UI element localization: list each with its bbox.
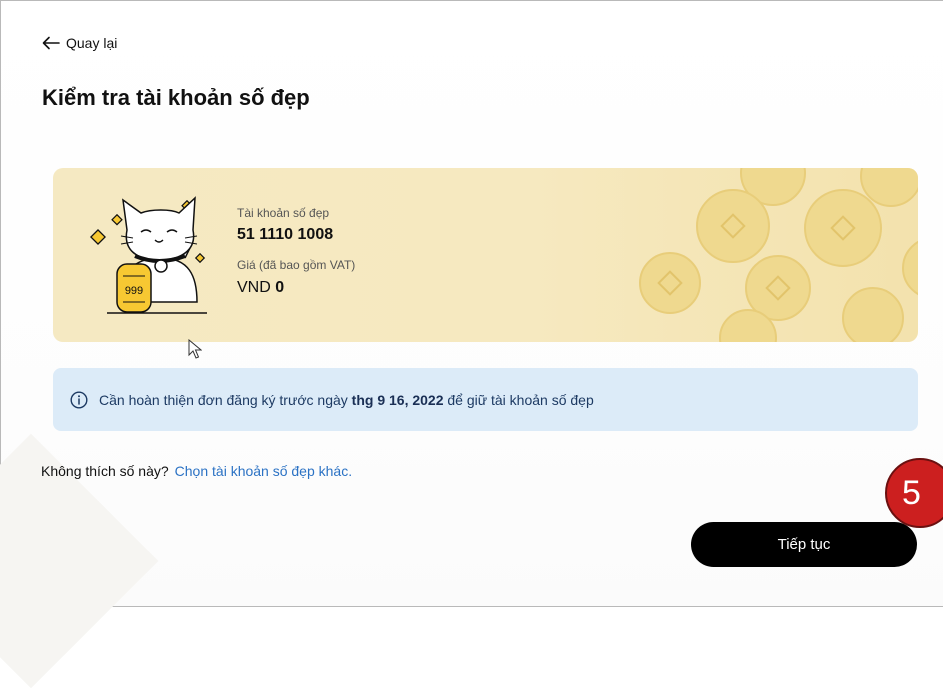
page-frame: Quay lại Kiểm tra tài khoản số đẹp 999 T… (0, 0, 943, 688)
mouse-cursor-icon (188, 339, 202, 359)
price-amount: 0 (275, 279, 285, 296)
alternative-question: Không thích số này? (41, 463, 169, 479)
arrow-left-icon (42, 36, 60, 50)
choose-other-account-link[interactable]: Chọn tài khoản số đẹp khác. (175, 463, 352, 479)
notice-deadline: thg 9 16, 2022 (351, 391, 444, 408)
price-currency: VND (237, 279, 271, 296)
notice-text: Cần hoàn thiện đơn đăng ký trước ngày th… (99, 392, 594, 408)
deadline-notice: Cần hoàn thiện đơn đăng ký trước ngày th… (53, 368, 918, 431)
alternative-prompt: Không thích số này? Chọn tài khoản số đẹp… (41, 463, 352, 479)
step-number-badge: 5 (885, 458, 943, 528)
notice-text-after: để giữ tài khoản số đẹp (447, 391, 594, 408)
lucky-cat-illustration: 999 (90, 196, 207, 314)
notice-text-before: Cần hoàn thiện đơn đăng ký trước ngày (99, 391, 348, 408)
page-title: Kiểm tra tài khoản số đẹp (42, 85, 310, 110)
account-card: 999 Tài khoản số đẹp 51 1110 1008 Giá (đ… (53, 168, 918, 342)
back-link[interactable]: Quay lại (42, 35, 117, 51)
continue-button[interactable]: Tiếp tục (691, 522, 917, 567)
price-label: Giá (đã bao gồm VAT) (237, 258, 356, 272)
account-label: Tài khoản số đẹp (237, 206, 330, 220)
back-label: Quay lại (66, 35, 118, 51)
account-number: 51 1110 1008 (237, 226, 334, 243)
info-icon (70, 390, 88, 409)
coin-tablet-label: 999 (125, 285, 143, 297)
price-value: VND 0 (237, 279, 284, 297)
